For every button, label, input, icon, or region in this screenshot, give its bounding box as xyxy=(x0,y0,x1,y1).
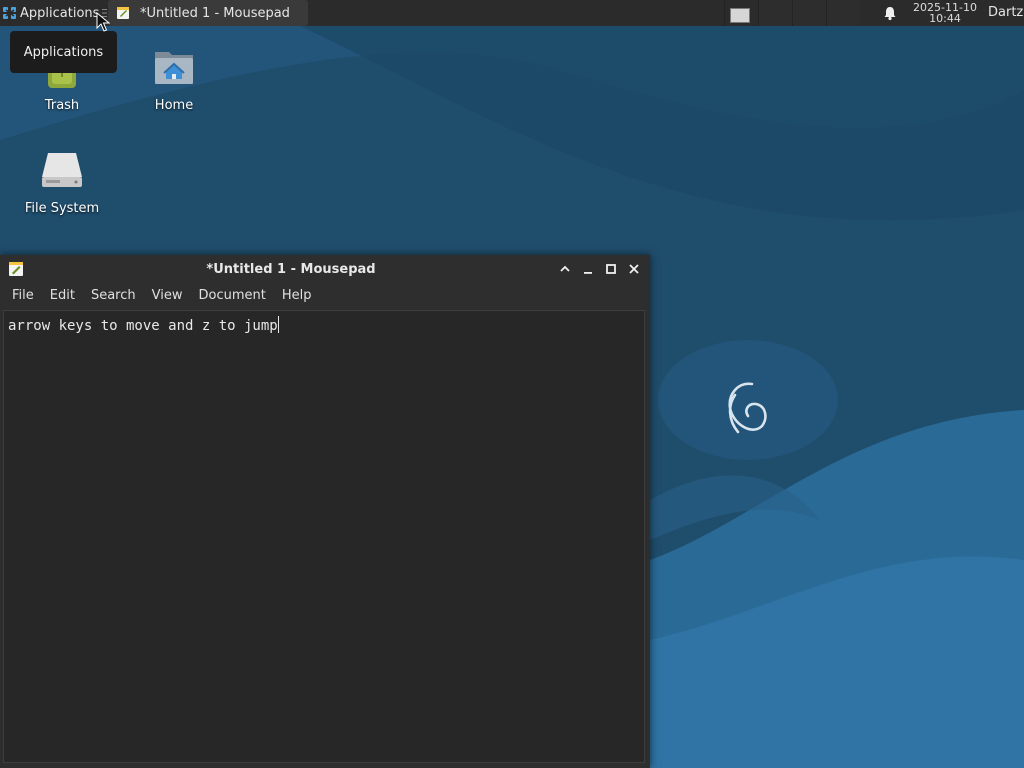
maximize-window-button[interactable] xyxy=(604,262,618,276)
desktop-icon-label: Trash xyxy=(44,98,80,113)
close-window-button[interactable] xyxy=(627,262,641,276)
menu-help[interactable]: Help xyxy=(274,284,320,308)
workspace-window-preview xyxy=(730,8,750,23)
workspace-3[interactable] xyxy=(792,0,826,26)
workspace-1[interactable] xyxy=(724,0,758,26)
panel-clock[interactable]: 2025-11-10 10:44 xyxy=(906,2,984,24)
workspace-switcher xyxy=(724,0,860,26)
workspace-2[interactable] xyxy=(758,0,792,26)
drive-icon xyxy=(42,153,82,187)
applications-label: Applications xyxy=(20,5,100,21)
home-folder-icon xyxy=(155,52,193,84)
shade-window-button[interactable] xyxy=(558,262,572,276)
clock-time: 10:44 xyxy=(929,12,961,25)
menu-view[interactable]: View xyxy=(144,284,191,308)
editor-text: arrow keys to move and z to jump xyxy=(8,318,278,334)
applications-tooltip: Applications xyxy=(10,31,117,73)
notification-bell-icon[interactable] xyxy=(882,5,898,21)
desktop-icon-file-system[interactable]: File System xyxy=(12,147,112,216)
window-titlebar[interactable]: *Untitled 1 - Mousepad xyxy=(0,255,650,283)
menu-search[interactable]: Search xyxy=(83,284,144,308)
menu-file[interactable]: File xyxy=(4,284,42,308)
mouse-cursor-icon xyxy=(96,12,110,32)
tooltip-text: Applications xyxy=(23,44,104,60)
mousepad-window: *Untitled 1 - Mousepad File Edit Search … xyxy=(0,255,650,768)
mousepad-app-icon xyxy=(117,7,129,19)
desktop-icon-home[interactable]: Home xyxy=(124,44,224,113)
desktop-icon-label: File System xyxy=(24,201,100,216)
xfce-logo-icon xyxy=(3,7,16,19)
menu-document[interactable]: Document xyxy=(190,284,273,308)
user-menu[interactable]: Dartz xyxy=(988,5,1023,20)
minimize-window-button[interactable] xyxy=(581,262,595,276)
editor-line: arrow keys to move and z to jump xyxy=(8,316,279,334)
taskbar-window-title: *Untitled 1 - Mousepad xyxy=(140,5,290,21)
top-panel: Applications *Untitled 1 - Mousepad 2025… xyxy=(0,0,1024,26)
desktop-icon-label: Home xyxy=(154,98,194,113)
window-title: *Untitled 1 - Mousepad xyxy=(206,262,376,277)
text-editor-area[interactable]: arrow keys to move and z to jump xyxy=(3,310,645,763)
text-caret xyxy=(277,316,279,333)
menu-edit[interactable]: Edit xyxy=(42,284,83,308)
applications-menu-button[interactable]: Applications xyxy=(0,0,100,26)
window-resize-edge[interactable] xyxy=(645,310,650,768)
menu-bar: File Edit Search View Document Help xyxy=(0,283,650,309)
workspace-4[interactable] xyxy=(826,0,860,26)
taskbar-window-button[interactable]: *Untitled 1 - Mousepad xyxy=(108,0,308,26)
